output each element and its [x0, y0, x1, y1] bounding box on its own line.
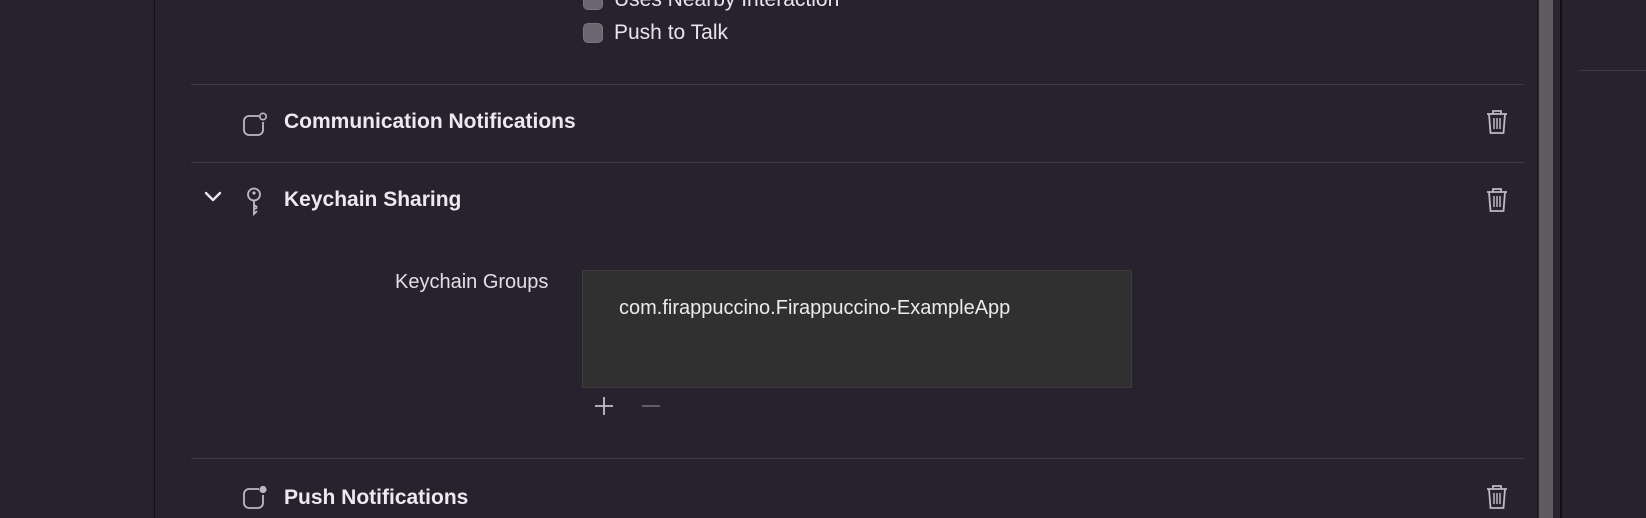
plus-icon — [595, 397, 613, 415]
uses-nearby-interaction-label: Uses Nearby Interaction — [614, 0, 839, 12]
push-to-talk-label: Push to Talk — [614, 21, 729, 44]
scrollbar-thumb[interactable] — [1539, 0, 1553, 518]
uses-nearby-interaction-checkbox[interactable] — [583, 0, 603, 10]
inspector-separator — [1579, 70, 1646, 71]
communication-notifications-title: Communication Notifications — [284, 110, 576, 133]
trash-icon[interactable] — [1484, 483, 1510, 511]
push-to-talk-checkbox[interactable] — [583, 23, 603, 43]
inspector-panel — [1562, 0, 1646, 518]
uses-nearby-interaction-option[interactable]: Uses Nearby Interaction — [583, 0, 839, 12]
push-to-talk-option[interactable]: Push to Talk — [583, 21, 728, 45]
trash-icon[interactable] — [1484, 108, 1510, 136]
add-keychain-group-button[interactable] — [590, 392, 618, 420]
section-separator — [191, 84, 1524, 85]
keychain-groups-list[interactable]: com.firappuccino.Firappuccino-ExampleApp — [582, 270, 1132, 388]
capability-app-badge-icon — [242, 485, 268, 516]
trash-icon[interactable] — [1484, 186, 1510, 214]
chevron-down-icon[interactable] — [204, 190, 222, 209]
section-separator — [191, 162, 1524, 163]
signing-capabilities-pane — [155, 0, 1537, 518]
key-icon — [245, 187, 263, 222]
section-separator — [191, 458, 1524, 459]
capability-app-badge-icon — [242, 112, 268, 143]
keychain-sharing-title: Keychain Sharing — [284, 188, 462, 211]
navigator-panel — [0, 0, 155, 518]
minus-icon — [642, 405, 660, 407]
remove-keychain-group-button[interactable] — [637, 392, 665, 420]
capabilities-editor-window: Uses Nearby Interaction Push to Talk Com… — [0, 0, 1646, 518]
keychain-groups-label: Keychain Groups — [395, 271, 549, 293]
keychain-group-item[interactable]: com.firappuccino.Firappuccino-ExampleApp — [619, 297, 1010, 320]
push-notifications-title: Push Notifications — [284, 486, 469, 509]
